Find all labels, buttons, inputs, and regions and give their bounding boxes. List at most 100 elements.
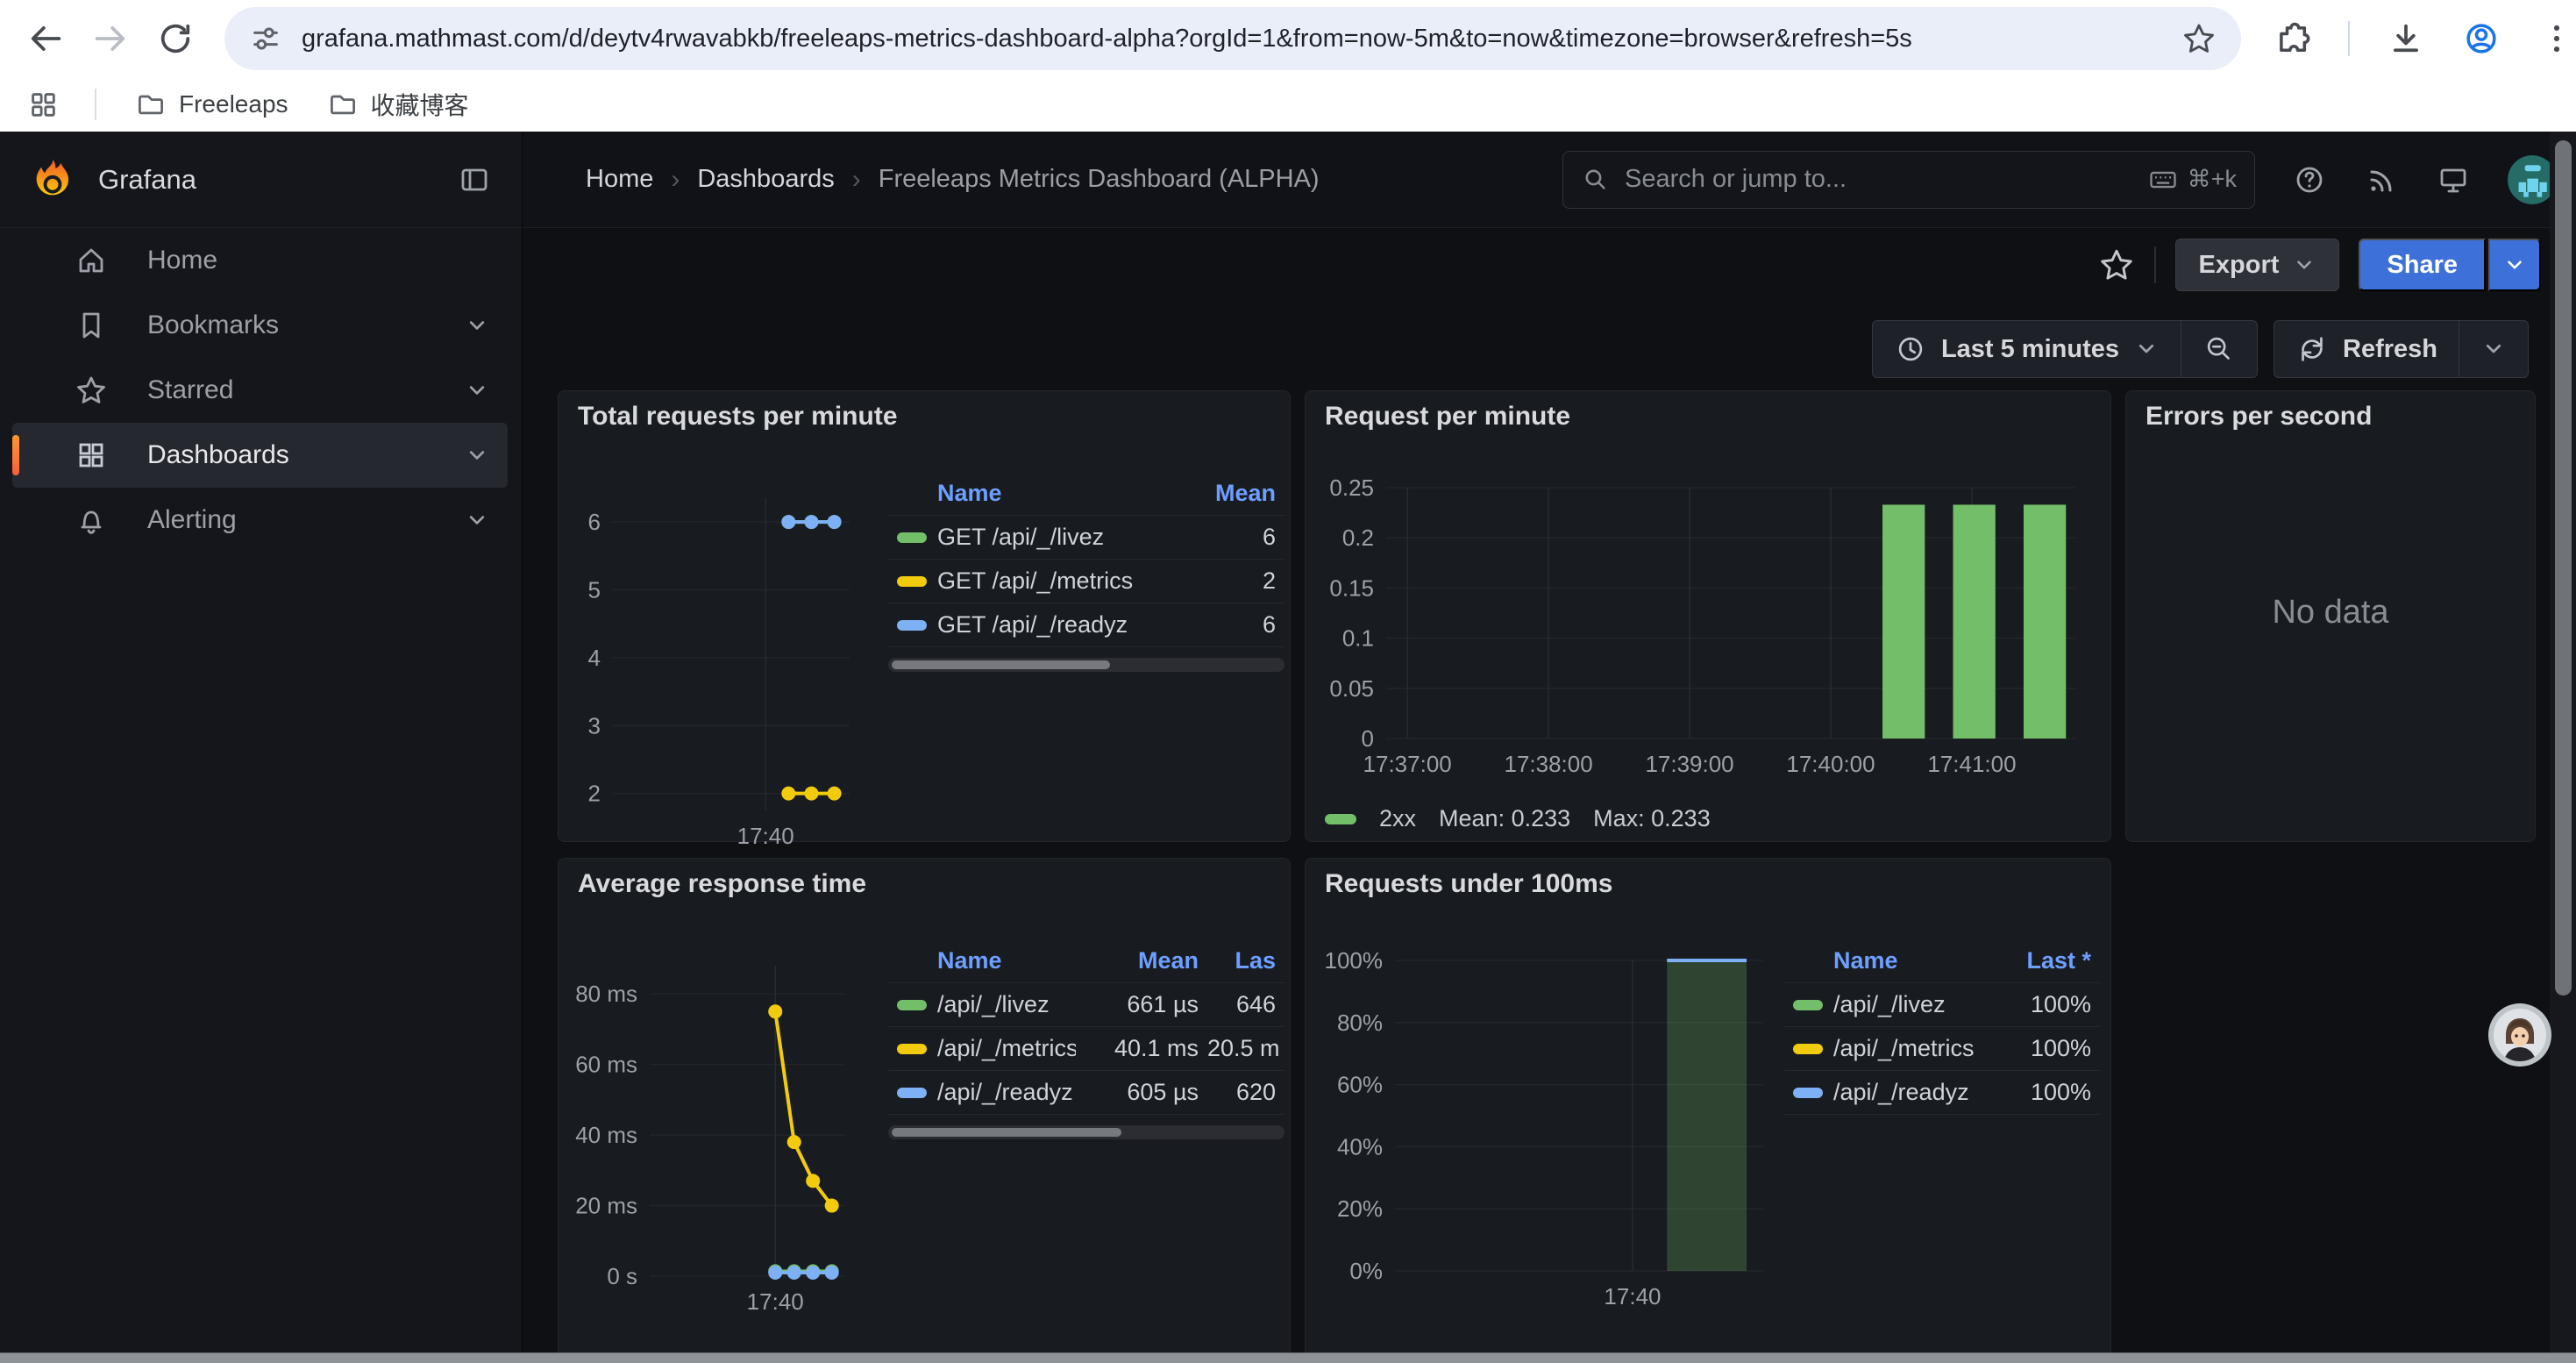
sidebar-item-home[interactable]: Home	[12, 228, 508, 293]
sidebar-item-bookmarks[interactable]: Bookmarks	[12, 293, 508, 358]
svg-text:20%: 20%	[1337, 1195, 1383, 1222]
apps-grid-icon[interactable]	[26, 88, 60, 121]
site-settings-icon[interactable]	[249, 22, 282, 55]
legend-name-cell: /api/_/livez	[1833, 991, 2003, 1018]
chevron-down-icon[interactable]	[462, 375, 492, 405]
panel-total-requests-per-minute: Total requests per minute 2345617:40 Nam…	[558, 390, 1291, 842]
legend-row[interactable]: /api/_/metrics100%	[1784, 1027, 2100, 1071]
sidebar-item-alerting[interactable]: Alerting	[12, 488, 508, 553]
panel-title[interactable]: Requests under 100ms	[1325, 869, 1612, 899]
bar-chart-requests-under-100ms[interactable]: 0%20%40%60%80%100%17:40	[1320, 946, 1775, 1315]
legend-row[interactable]: /api/_/livez100%	[1784, 983, 2100, 1027]
panel-average-response-time: Average response time 0 s20 ms40 ms60 ms…	[558, 858, 1291, 1363]
legend-value-cell: 646	[1207, 991, 1284, 1018]
toolbar-divider	[2348, 21, 2350, 56]
panel-title[interactable]: Average response time	[578, 869, 866, 899]
legend-name-cell: /api/_/livez	[937, 991, 1076, 1018]
sidebar-item-starred[interactable]: Starred	[12, 358, 508, 423]
browser-toolbar: grafana.mathmast.com/d/deytv4rwavabkb/fr…	[0, 0, 2576, 77]
legend-row[interactable]: /api/_/readyz605 µs620	[888, 1071, 1284, 1115]
grafana-logo[interactable]	[30, 157, 75, 203]
chart-legend[interactable]: 2xx Mean: 0.233 Max: 0.233	[1325, 805, 1711, 832]
svg-text:2: 2	[588, 781, 601, 807]
no-data-message: No data	[2126, 594, 2535, 632]
chevron-down-icon	[2133, 336, 2160, 362]
svg-text:0.25: 0.25	[1329, 475, 1374, 501]
floating-assistant-avatar[interactable]	[2488, 1003, 2551, 1067]
news-rss-icon[interactable]	[2364, 162, 2399, 197]
legend-name-cell: Name	[937, 947, 1076, 974]
panel-title[interactable]: Request per minute	[1325, 402, 1570, 432]
extensions-icon[interactable]	[2273, 19, 2311, 58]
grafana-app: Grafana Home Bookmarks Starred	[0, 132, 2576, 1363]
legend-value-cell: 661 µs	[1076, 991, 1207, 1018]
legend-row[interactable]: /api/_/readyz100%	[1784, 1071, 2100, 1115]
sidebar-item-dashboards[interactable]: Dashboards	[12, 423, 508, 488]
time-range-picker[interactable]: Last 5 minutes	[1873, 321, 2181, 377]
legend-row[interactable]: GET /api/_/metrics2	[888, 560, 1284, 603]
share-button[interactable]: Share	[2359, 239, 2486, 291]
export-button[interactable]: Export	[2175, 239, 2340, 291]
url-text[interactable]: grafana.mathmast.com/d/deytv4rwavabkb/fr…	[302, 25, 2181, 54]
line-chart-average-response-time[interactable]: 0 s20 ms40 ms60 ms80 ms17:40	[564, 952, 871, 1320]
grafana-sidebar: Grafana Home Bookmarks Starred	[0, 132, 523, 1363]
zoom-out-button[interactable]	[2181, 321, 2257, 377]
svg-text:80 ms: 80 ms	[575, 981, 637, 1007]
brand-name: Grafana	[98, 164, 457, 196]
legend-scrollbar[interactable]	[888, 1125, 1284, 1139]
breadcrumb-dashboards[interactable]: Dashboards	[697, 165, 834, 194]
scrollbar-thumb[interactable]	[2555, 140, 2572, 995]
line-chart-total-requests[interactable]: 2345617:40	[567, 484, 857, 853]
star-icon	[74, 373, 109, 408]
panel-requests-under-100ms: Requests under 100ms 0%20%40%60%80%100%1…	[1305, 858, 2111, 1363]
back-icon[interactable]	[26, 19, 65, 58]
search-placeholder: Search or jump to...	[1625, 165, 2147, 194]
scrollbar-thumb[interactable]	[892, 1128, 1121, 1137]
bookmark-label: Freeleaps	[179, 90, 288, 118]
legend-header-row: NameLast *	[1784, 939, 2100, 983]
scrollbar-thumb[interactable]	[892, 660, 1110, 669]
chevron-down-icon[interactable]	[462, 505, 492, 535]
vertical-scrollbar[interactable]	[2550, 132, 2576, 1363]
svg-text:0.05: 0.05	[1329, 675, 1374, 702]
legend-row[interactable]: /api/_/metrics40.1 ms20.5 m	[888, 1027, 1284, 1071]
breadcrumb-home[interactable]: Home	[586, 165, 653, 194]
forward-icon[interactable]	[91, 19, 130, 58]
panel-title[interactable]: Errors per second	[2145, 402, 2372, 432]
series-max: Max: 0.233	[1593, 805, 1711, 832]
breadcrumb-current-page: Freeleaps Metrics Dashboard (ALPHA)	[879, 165, 1320, 194]
chevron-down-icon[interactable]	[462, 310, 492, 340]
clock-icon	[1894, 332, 1927, 366]
downloads-icon[interactable]	[2387, 19, 2425, 58]
sidebar-toggle-icon[interactable]	[457, 162, 492, 197]
help-icon[interactable]	[2292, 162, 2327, 197]
legend-table: NameLast */api/_/livez100%/api/_/metrics…	[1784, 939, 2100, 1115]
monitor-icon[interactable]	[2436, 162, 2471, 197]
legend-row[interactable]: GET /api/_/livez6	[888, 516, 1284, 560]
legend-header-row: NameMean	[888, 472, 1284, 516]
bookmark-star-icon[interactable]	[2181, 21, 2217, 56]
svg-text:40 ms: 40 ms	[575, 1122, 637, 1148]
share-dropdown-button[interactable]	[2488, 239, 2541, 291]
browser-menu-icon[interactable]	[2537, 19, 2576, 58]
series-chip	[897, 1044, 927, 1054]
search-input[interactable]: Search or jump to... ⌘+k	[1562, 151, 2255, 209]
bookmark-folder-freeleaps[interactable]: Freeleaps	[135, 89, 288, 120]
refresh-button[interactable]: Refresh	[2274, 321, 2459, 377]
series-chip	[897, 620, 927, 631]
legend-name-cell: /api/_/metrics	[1833, 1035, 2003, 1062]
bookmark-folder-blogs[interactable]: 收藏博客	[327, 87, 469, 122]
horizontal-scrollbar[interactable]	[0, 1352, 2576, 1363]
favorite-star-icon[interactable]	[2098, 246, 2135, 283]
address-bar[interactable]: grafana.mathmast.com/d/deytv4rwavabkb/fr…	[224, 7, 2241, 70]
panel-title[interactable]: Total requests per minute	[578, 402, 898, 432]
legend-scrollbar[interactable]	[888, 658, 1284, 672]
reload-icon[interactable]	[156, 19, 195, 58]
sidebar-item-label: Starred	[147, 375, 233, 405]
legend-row[interactable]: GET /api/_/readyz6	[888, 603, 1284, 647]
legend-row[interactable]: /api/_/livez661 µs646	[888, 983, 1284, 1027]
browser-profile-icon[interactable]	[2462, 19, 2501, 58]
bar-chart-request-per-minute[interactable]: 00.050.10.150.20.2517:37:0017:38:0017:39…	[1318, 475, 2096, 782]
refresh-interval-dropdown[interactable]	[2459, 321, 2528, 377]
chevron-down-icon[interactable]	[462, 440, 492, 470]
